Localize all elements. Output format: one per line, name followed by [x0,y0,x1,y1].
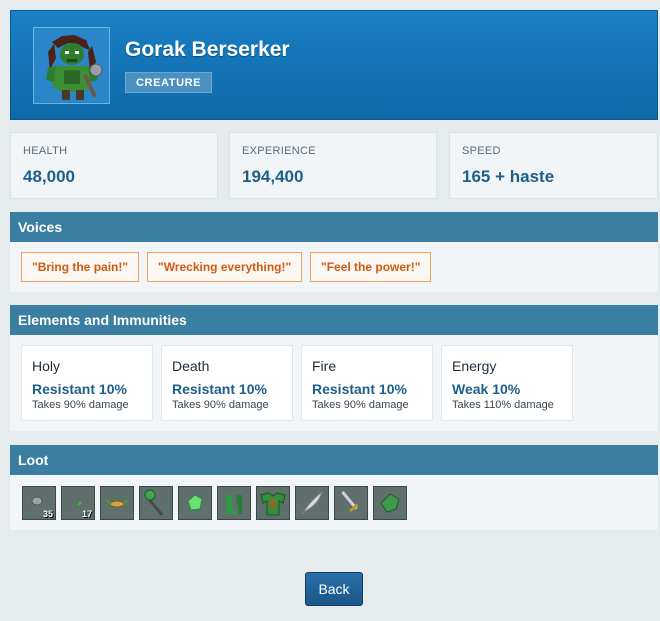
creature-header: Gorak Berserker CREATURE [10,10,658,120]
element-damage: Takes 90% damage [32,399,129,411]
green-gem-icon[interactable] [178,486,212,520]
element-damage: Takes 110% damage [452,399,554,411]
loot-count: 17 [81,509,92,519]
stat-label: HEALTH [23,145,68,157]
stat-label: EXPERIENCE [242,145,316,157]
voice-quote: "Wrecking everything!" [147,252,303,282]
element-card-holy: Holy Resistant 10% Takes 90% damage [21,345,153,421]
creature-page: Gorak Berserker CREATURE HEALTH 48,000 E… [0,0,660,621]
sword-icon[interactable] [334,486,368,520]
element-name: Death [172,358,210,374]
green-boots-icon[interactable] [217,486,251,520]
stat-health: HEALTH 48,000 [10,132,218,199]
small-stone-icon[interactable]: 35 [22,486,56,520]
elements-section-title: Elements and Immunities [10,305,658,335]
loot-count: 35 [42,509,53,519]
voices-section-title: Voices [10,212,658,242]
orc-berserker-icon [33,27,110,104]
element-status: Resistant 10% [312,381,407,397]
stat-value: 165 + haste [462,167,555,186]
stat-value: 194,400 [242,167,304,186]
winged-amulet-icon[interactable] [100,486,134,520]
element-name: Holy [32,358,61,374]
green-armor-icon[interactable] [256,486,290,520]
element-name: Fire [312,358,337,374]
back-button[interactable]: Back [305,572,363,606]
feather-icon[interactable] [295,486,329,520]
voice-quote: "Feel the power!" [310,252,432,282]
leaf-icon[interactable] [373,486,407,520]
green-mace-icon[interactable] [139,486,173,520]
element-damage: Takes 90% damage [312,399,409,411]
element-name: Energy [452,358,497,374]
loot-section-title: Loot [10,445,658,475]
stat-label: SPEED [462,145,501,157]
stat-experience: EXPERIENCE 194,400 [229,132,437,199]
element-card-death: Death Resistant 10% Takes 90% damage [161,345,293,421]
creature-type-badge: CREATURE [125,72,213,93]
element-damage: Takes 90% damage [172,399,269,411]
element-status: Resistant 10% [172,381,267,397]
green-herb-icon[interactable]: 17 [61,486,95,520]
stat-speed: SPEED 165 + haste [449,132,658,199]
voice-quote: "Bring the pain!" [21,252,140,282]
element-card-fire: Fire Resistant 10% Takes 90% damage [301,345,433,421]
element-card-energy: Energy Weak 10% Takes 110% damage [441,345,573,421]
element-status: Resistant 10% [32,381,127,397]
stat-value: 48,000 [23,167,75,186]
creature-name: Gorak Berserker [125,38,290,61]
element-status: Weak 10% [452,381,521,397]
